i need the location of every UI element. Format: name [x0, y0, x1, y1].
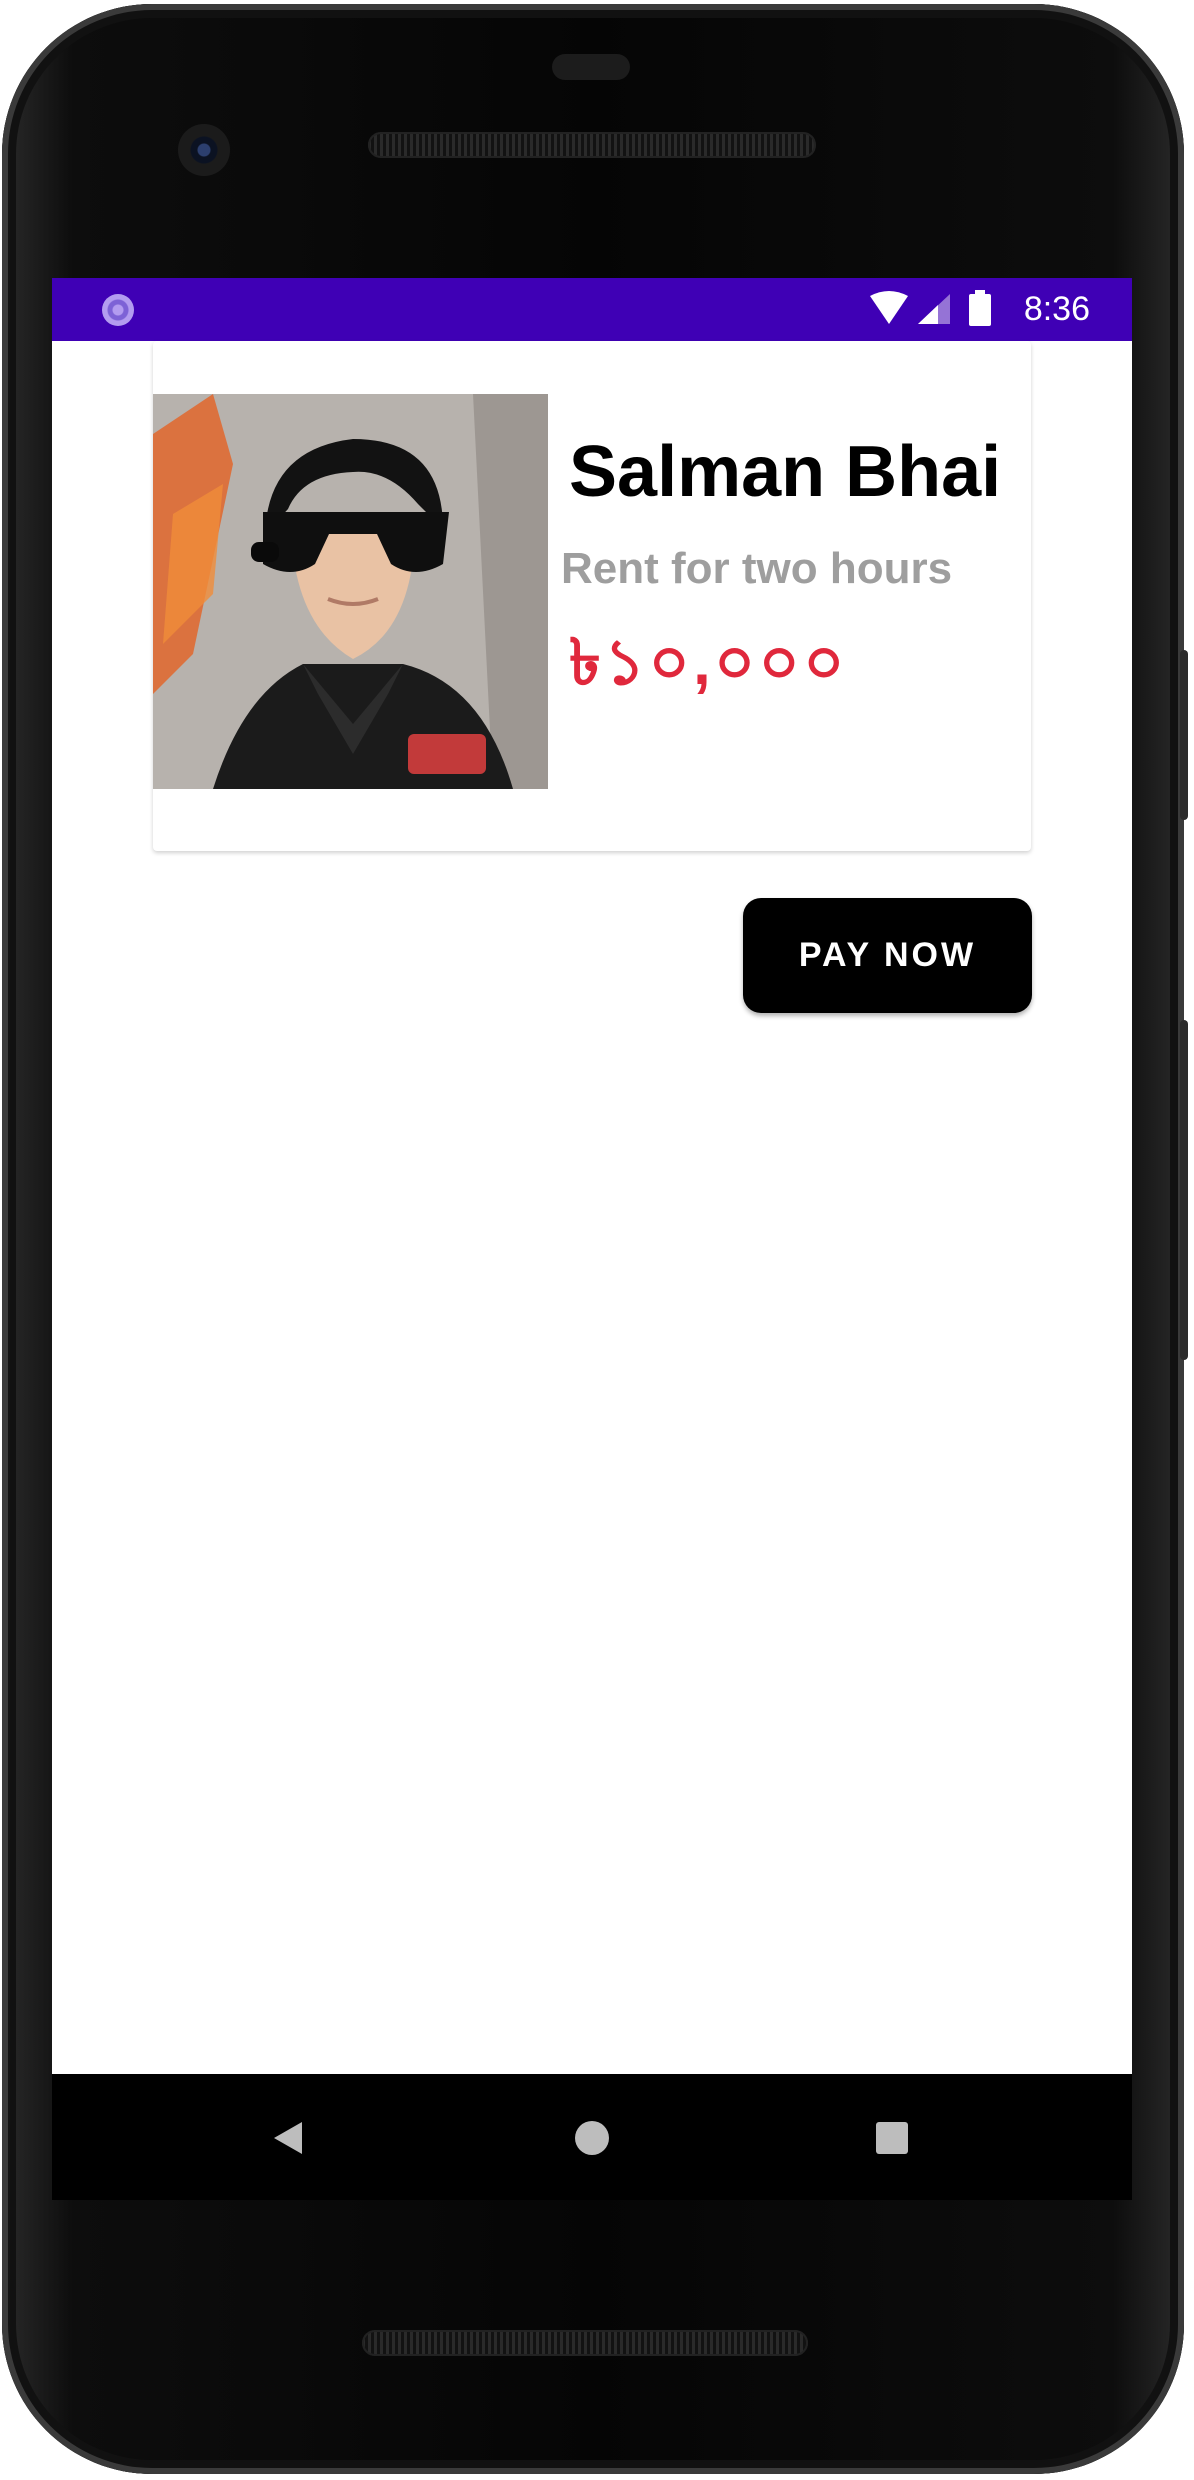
person-illustration	[153, 394, 548, 789]
top-speaker	[368, 132, 816, 158]
profile-photo	[153, 394, 548, 789]
navigation-bar	[52, 2074, 1132, 2200]
battery-icon	[969, 290, 991, 326]
volume-button	[1180, 1020, 1188, 1360]
front-camera-icon	[178, 124, 230, 176]
card-price: ৳১০,০০০	[569, 626, 848, 698]
power-button	[1180, 650, 1188, 820]
card-subtitle: Rent for two hours	[561, 544, 953, 593]
pay-now-button[interactable]: PAY NOW	[743, 898, 1032, 1013]
status-time: 8:36	[1023, 290, 1090, 328]
wifi-icon	[870, 291, 908, 324]
back-icon[interactable]	[246, 2098, 326, 2178]
proximity-sensor	[552, 54, 630, 80]
recents-icon[interactable]	[852, 2098, 932, 2178]
content-area: Salman Bhai Rent for two hours ৳১০,০০০ P…	[52, 341, 1132, 2074]
product-card[interactable]: Salman Bhai Rent for two hours ৳১০,০০০	[153, 341, 1031, 851]
home-icon[interactable]	[552, 2098, 632, 2178]
bottom-speaker	[362, 2330, 808, 2356]
status-bar: 8:36	[52, 278, 1132, 341]
card-title: Salman Bhai	[569, 432, 1002, 512]
cellular-signal-icon	[918, 294, 950, 324]
status-icons	[870, 290, 991, 326]
app-screen: 8:36 Salman Bhai Rent for two hours ৳১০,…	[52, 278, 1132, 2074]
app-notification-icon	[102, 294, 134, 326]
phone-frame: 8:36 Salman Bhai Rent for two hours ৳১০,…	[0, 0, 1194, 2480]
